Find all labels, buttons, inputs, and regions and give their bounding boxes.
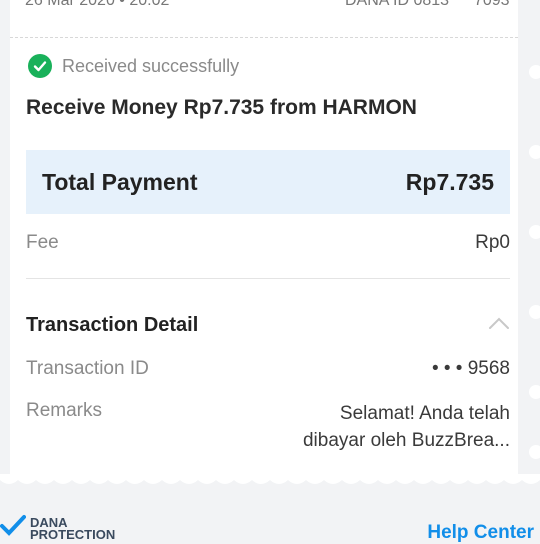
section-divider	[26, 278, 510, 279]
help-center-link[interactable]: Help Center	[427, 522, 534, 544]
dana-protection-text: DANA PROTECTION	[30, 514, 116, 542]
check-circle-icon	[28, 54, 52, 78]
remarks-row: Remarks Selamat! Anda telah dibayar oleh…	[26, 400, 510, 454]
status-row: Received successfully	[28, 54, 239, 78]
receipt-wavy-edge	[0, 474, 540, 484]
total-payment-box: Total Payment Rp7.735	[26, 150, 510, 214]
dashed-divider	[10, 37, 518, 38]
transaction-receipt: 26 Mar 2020 • 20:02 DANA ID 0813****7093…	[10, 0, 518, 480]
fee-value: Rp0	[475, 232, 510, 253]
transaction-detail-title: Transaction Detail	[26, 314, 199, 336]
date-time: 26 Mar 2020 • 20:02	[25, 0, 170, 9]
transaction-headline: Receive Money Rp7.735 from HARMON	[26, 96, 417, 119]
dana-protection-badge: DANA PROTECTION	[0, 514, 115, 543]
transaction-id-row: Transaction ID • • • 9568	[26, 358, 510, 380]
remarks-label: Remarks	[26, 400, 103, 421]
transaction-id-label: Transaction ID	[26, 358, 149, 379]
status-text: Received successfully	[62, 55, 240, 76]
chevron-up-icon[interactable]	[488, 316, 510, 335]
fee-row: Fee Rp0	[26, 232, 510, 254]
remarks-line-1: Selamat! Anda telah	[339, 403, 510, 424]
footer-bar: DANA PROTECTION Help Center	[0, 494, 540, 543]
remarks-value: Selamat! Anda telah dibayar oleh BuzzBre…	[303, 400, 510, 454]
receipt-top-line: 26 Mar 2020 • 20:02 DANA ID 0813****7093	[25, 0, 510, 10]
fee-label: Fee	[26, 232, 59, 253]
receipt-perforation	[518, 0, 540, 540]
total-payment-value: Rp7.735	[405, 168, 494, 195]
shield-check-icon	[0, 514, 26, 543]
dana-id: DANA ID 0813****7093	[345, 0, 510, 9]
transaction-detail-header[interactable]: Transaction Detail	[26, 314, 510, 337]
remarks-line-2: dibayar oleh BuzzBrea...	[302, 430, 510, 451]
transaction-id-value: • • • 9568	[431, 358, 510, 379]
total-payment-label: Total Payment	[42, 168, 198, 195]
